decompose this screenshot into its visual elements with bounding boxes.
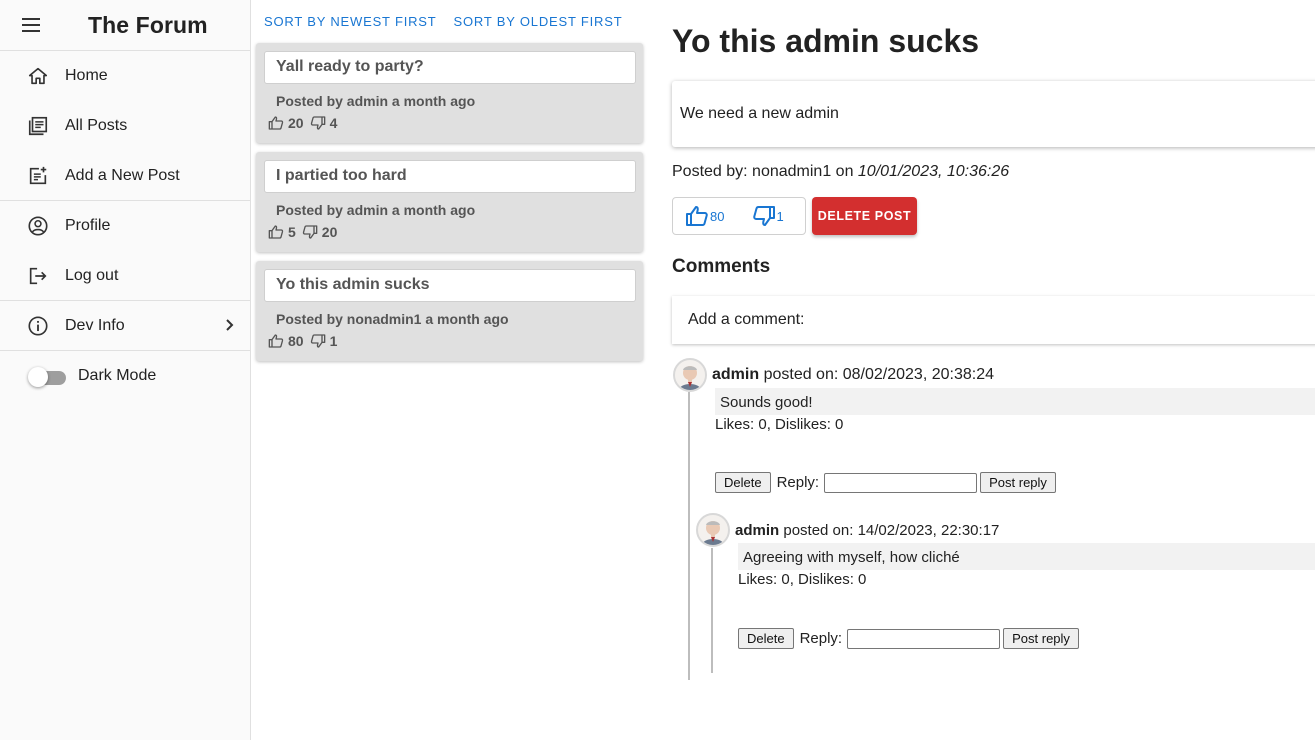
chevron-right-icon (226, 319, 234, 331)
post-card-title: Yo this admin sucks (264, 269, 636, 302)
user-avatar-icon (702, 521, 724, 545)
info-icon (26, 314, 50, 338)
sort-oldest-button[interactable]: SORT BY OLDEST FIRST (454, 14, 623, 29)
thumb-up-icon (268, 225, 284, 239)
sidebar-item-label: Add a New Post (65, 166, 180, 184)
post-list-panel: SORT BY NEWEST FIRST SORT BY OLDEST FIRS… (251, 0, 651, 740)
hamburger-icon (22, 18, 40, 32)
dislike-button[interactable]: 1 (752, 204, 784, 228)
sidebar-item-label: Home (65, 67, 108, 84)
thumb-up-icon (686, 206, 708, 226)
thumb-up-icon (268, 334, 284, 348)
toggle-thumb (28, 367, 48, 387)
comment-body: Sounds good! (715, 388, 1315, 415)
like-count: 80 (710, 208, 725, 224)
like-count: 20 (288, 115, 304, 131)
post-byline: Posted by: nonadmin1 on 10/01/2023, 10:3… (672, 163, 1009, 181)
comment-actions: Delete Reply: Post reply (738, 628, 1079, 649)
reply-label: Reply: (776, 474, 820, 491)
comment-author: admin (712, 366, 760, 383)
post-card-title: I partied too hard (264, 160, 636, 193)
reply-input[interactable] (824, 472, 978, 493)
post-card-meta: Posted by admin a month ago (276, 202, 476, 218)
comment-author: admin (735, 522, 780, 539)
home-icon (26, 64, 50, 88)
like-count: 80 (288, 333, 304, 349)
app-title: The Forum (88, 11, 208, 38)
comment-date: posted on: 14/02/2023, 22:30:17 (779, 522, 1000, 539)
sidebar-item-all-posts[interactable]: All Posts (0, 101, 250, 151)
post-card[interactable]: Yall ready to party? Posted by admin a m… (256, 43, 643, 143)
post-card-votes: 80 1 (268, 333, 343, 349)
sidebar-item-label: Log out (65, 266, 119, 284)
post-author-prefix: Posted by: nonadmin1 on (672, 163, 858, 180)
thumb-down-icon (302, 225, 318, 239)
sidebar-item-label: All Posts (65, 117, 128, 134)
dislike-count: 1 (776, 208, 784, 224)
thumb-up-icon (268, 116, 284, 130)
post-card-meta: Posted by nonadmin1 a month ago (276, 311, 509, 327)
post-card-votes: 5 20 (268, 224, 343, 240)
post-body: We need a new admin (672, 81, 1315, 147)
post-reply-button[interactable]: Post reply (1003, 628, 1079, 649)
post-card-meta: Posted by admin a month ago (276, 93, 476, 109)
sort-bar: SORT BY NEWEST FIRST SORT BY OLDEST FIRS… (251, 0, 651, 42)
menu-button[interactable] (0, 17, 76, 33)
post-card[interactable]: I partied too hard Posted by admin a mon… (256, 152, 643, 252)
sidebar-header: The Forum (0, 0, 250, 51)
comment-body: Agreeing with myself, how cliché (738, 543, 1315, 570)
account-circle-icon (26, 214, 50, 238)
post-card-votes: 20 4 (268, 115, 343, 131)
post-card[interactable]: Yo this admin sucks Posted by nonadmin1 … (256, 261, 643, 361)
delete-comment-button[interactable]: Delete (715, 472, 771, 493)
comments-heading: Comments (672, 256, 771, 277)
sort-newest-button[interactable]: SORT BY NEWEST FIRST (264, 14, 437, 29)
post-title: Yo this admin sucks (672, 23, 980, 59)
reply-input[interactable] (847, 628, 1001, 649)
dark-mode-toggle[interactable] (28, 365, 66, 387)
delete-post-button[interactable]: DELETE POST (812, 197, 917, 235)
sidebar-item-home[interactable]: Home (0, 51, 250, 101)
comment-actions: Delete Reply: Post reply (715, 472, 1056, 493)
delete-comment-button[interactable]: Delete (738, 628, 794, 649)
comment-likes: Likes: 0, Dislikes: 0 (738, 571, 867, 588)
sidebar-item-profile[interactable]: Profile (0, 201, 250, 251)
sidebar-item-label: Dev Info (65, 316, 125, 334)
sidebar: The Forum Home All Posts Add a New Post … (0, 0, 251, 740)
comment-header: admin posted on: 08/02/2023, 20:38:24 (712, 366, 994, 384)
dislike-count: 4 (329, 115, 338, 131)
like-count: 5 (288, 224, 296, 240)
dislike-count: 20 (321, 224, 338, 240)
sidebar-item-add-post[interactable]: Add a New Post (0, 151, 250, 201)
like-button[interactable]: 80 (685, 204, 724, 228)
add-post-icon (26, 164, 50, 188)
avatar (673, 358, 707, 392)
dislike-count: 1 (329, 333, 338, 349)
thread-line (711, 548, 713, 673)
thumb-down-icon (310, 334, 325, 348)
vote-group: 80 1 (672, 197, 806, 235)
sidebar-item-label: Profile (65, 217, 111, 234)
sidebar-item-dev-info[interactable]: Dev Info (0, 301, 250, 351)
post-detail: Yo this admin sucks We need a new admin … (651, 0, 1315, 740)
thread-line (688, 392, 690, 680)
thumb-down-icon (310, 116, 325, 130)
comment-date: posted on: 08/02/2023, 20:38:24 (759, 366, 994, 383)
sidebar-item-logout[interactable]: Log out (0, 251, 250, 301)
dark-mode-label: Dark Mode (78, 367, 157, 384)
comment-header: admin posted on: 14/02/2023, 22:30:17 (735, 522, 999, 539)
logout-icon (26, 264, 50, 288)
post-card-title: Yall ready to party? (264, 51, 636, 84)
comment-likes: Likes: 0, Dislikes: 0 (715, 416, 844, 433)
reply-label: Reply: (799, 630, 843, 647)
list-icon (26, 114, 50, 138)
thumb-down-icon (753, 206, 776, 226)
add-comment-field[interactable]: Add a comment: (672, 296, 1315, 344)
dark-mode-row: Dark Mode (0, 351, 250, 401)
user-avatar-icon (679, 366, 701, 390)
post-date: 10/01/2023, 10:36:26 (857, 163, 1010, 180)
avatar (696, 513, 730, 547)
post-reply-button[interactable]: Post reply (980, 472, 1056, 493)
